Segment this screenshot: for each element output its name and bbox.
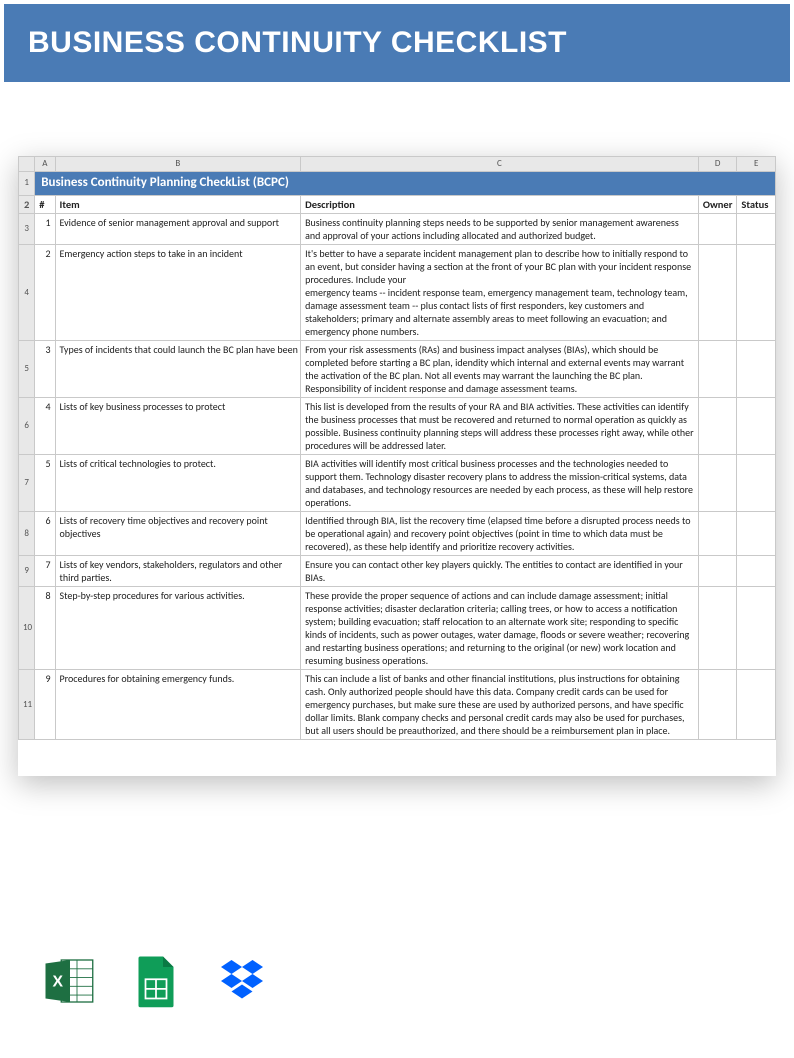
- cell-desc: Identified through BIA, list the recover…: [301, 512, 699, 556]
- cell-status: [737, 341, 776, 398]
- google-sheets-icon[interactable]: [128, 953, 184, 1014]
- table-row: 75Lists of critical technologies to prot…: [19, 455, 776, 512]
- excel-icon[interactable]: X: [42, 953, 98, 1014]
- table-row: 64Lists of key business processes to pro…: [19, 398, 776, 455]
- table-row: 42Emergency action steps to take in an i…: [19, 245, 776, 341]
- dropbox-icon[interactable]: [214, 953, 270, 1014]
- table-row: 108Step-by-step procedures for various a…: [19, 587, 776, 670]
- cell-item: Procedures for obtaining emergency funds…: [55, 670, 301, 740]
- header-item: Item: [55, 195, 301, 214]
- cell-item: Step-by-step procedures for various acti…: [55, 587, 301, 670]
- table-row: 119Procedures for obtaining emergency fu…: [19, 670, 776, 740]
- cell-owner: [698, 455, 737, 512]
- cell-desc: This can include a list of banks and oth…: [301, 670, 699, 740]
- row-number: 8: [19, 512, 35, 556]
- cell-num: 8: [35, 587, 55, 670]
- sheet-title: Business Continuity Planning CheckList (…: [35, 171, 776, 195]
- cell-owner: [698, 245, 737, 341]
- row-number: 4: [19, 245, 35, 341]
- row-number: 10: [19, 587, 35, 670]
- cell-item: Evidence of senior management approval a…: [55, 214, 301, 245]
- col-letter-b: B: [55, 157, 301, 172]
- cell-desc: Business continuity planning steps needs…: [301, 214, 699, 245]
- export-icons: X: [42, 953, 270, 1014]
- header-status: Status: [737, 195, 776, 214]
- cell-owner: [698, 398, 737, 455]
- col-letter-e: E: [737, 157, 776, 172]
- cell-num: 2: [35, 245, 55, 341]
- cell-status: [737, 670, 776, 740]
- cell-num: 9: [35, 670, 55, 740]
- cell-desc: From your risk assessments (RAs) and bus…: [301, 341, 699, 398]
- page-title: BUSINESS CONTINUITY CHECKLIST: [28, 26, 766, 60]
- cell-num: 4: [35, 398, 55, 455]
- table-row: 97Lists of key vendors, stakeholders, re…: [19, 556, 776, 587]
- cell-item: Types of incidents that could launch the…: [55, 341, 301, 398]
- cell-item: Lists of critical technologies to protec…: [55, 455, 301, 512]
- cell-desc: These provide the proper sequence of act…: [301, 587, 699, 670]
- row-number: 9: [19, 556, 35, 587]
- row-number: 2: [19, 195, 35, 214]
- cell-owner: [698, 512, 737, 556]
- header-desc: Description: [301, 195, 699, 214]
- cell-owner: [698, 556, 737, 587]
- header-owner: Owner: [698, 195, 737, 214]
- column-letters-row: A B C D E: [19, 157, 776, 172]
- sheet-title-row: 1 Business Continuity Planning CheckList…: [19, 171, 776, 195]
- header-num: #: [35, 195, 55, 214]
- row-number: 5: [19, 341, 35, 398]
- cell-status: [737, 556, 776, 587]
- row-number: 3: [19, 214, 35, 245]
- cell-owner: [698, 670, 737, 740]
- page-banner: BUSINESS CONTINUITY CHECKLIST: [0, 0, 794, 86]
- svg-text:X: X: [52, 973, 63, 990]
- cell-item: Lists of key business processes to prote…: [55, 398, 301, 455]
- cell-desc: It's better to have a separate incident …: [301, 245, 699, 341]
- cell-item: Emergency action steps to take in an inc…: [55, 245, 301, 341]
- cell-status: [737, 455, 776, 512]
- column-headers-row: 2 # Item Description Owner Status: [19, 195, 776, 214]
- table-row: 86Lists of recovery time objectives and …: [19, 512, 776, 556]
- cell-status: [737, 398, 776, 455]
- col-letter-d: D: [698, 157, 737, 172]
- col-letter-c: C: [301, 157, 699, 172]
- cell-num: 7: [35, 556, 55, 587]
- cell-owner: [698, 587, 737, 670]
- row-number: 6: [19, 398, 35, 455]
- cell-status: [737, 245, 776, 341]
- cell-num: 5: [35, 455, 55, 512]
- cell-desc: This list is developed from the results …: [301, 398, 699, 455]
- cell-num: 6: [35, 512, 55, 556]
- cell-num: 3: [35, 341, 55, 398]
- table-row: 53Types of incidents that could launch t…: [19, 341, 776, 398]
- cell-desc: Ensure you can contact other key players…: [301, 556, 699, 587]
- cell-num: 1: [35, 214, 55, 245]
- checklist-table: A B C D E 1 Business Continuity Planning…: [18, 156, 776, 740]
- row-number: 7: [19, 455, 35, 512]
- cell-item: Lists of recovery time objectives and re…: [55, 512, 301, 556]
- cell-status: [737, 512, 776, 556]
- table-row: 31Evidence of senior management approval…: [19, 214, 776, 245]
- row-number: 11: [19, 670, 35, 740]
- cell-item: Lists of key vendors, stakeholders, regu…: [55, 556, 301, 587]
- cell-status: [737, 587, 776, 670]
- spreadsheet-preview: A B C D E 1 Business Continuity Planning…: [18, 156, 776, 776]
- corner-cell: [19, 157, 35, 172]
- cell-status: [737, 214, 776, 245]
- cell-owner: [698, 341, 737, 398]
- cell-owner: [698, 214, 737, 245]
- row-number: 1: [19, 171, 35, 195]
- col-letter-a: A: [35, 157, 55, 172]
- cell-desc: BIA activities will identify most critic…: [301, 455, 699, 512]
